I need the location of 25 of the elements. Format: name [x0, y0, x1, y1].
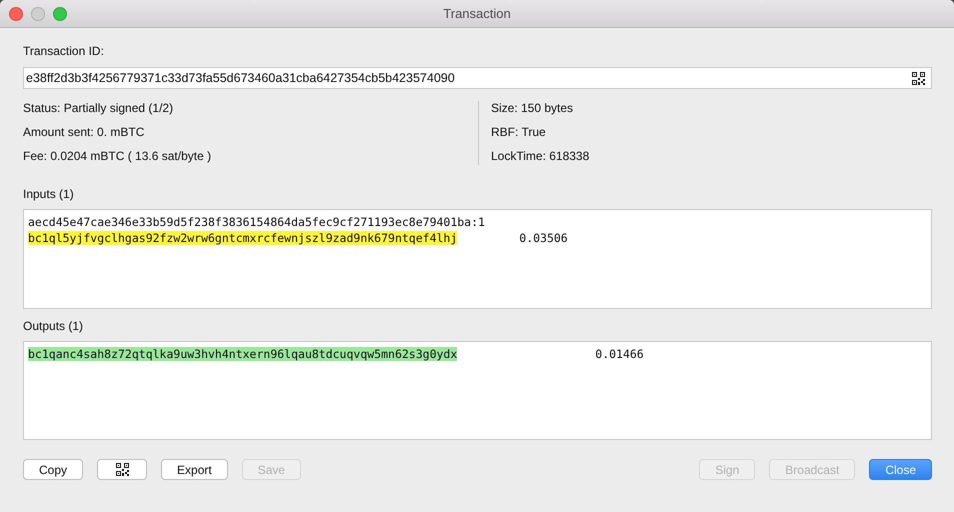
minimize-window-icon[interactable] — [31, 6, 45, 20]
qr-code-button[interactable] — [97, 459, 148, 480]
qr-code-icon — [912, 72, 925, 84]
window-title: Transaction — [443, 6, 511, 21]
address-text: bc1qanc4sah8z72qtqlka9uw3hvh4ntxern96lqau8tdcuqvqw5mn62s3g0ydx — [28, 347, 458, 361]
section-label: Inputs (1) — [23, 187, 75, 201]
dialog-button[interactable]: Export — [161, 459, 228, 480]
address-text: bc1ql5yjfvgclhgas92fzw2wrw6gntcmxrcfewnjszl9zad9nk679ntqef4lhj — [28, 231, 458, 245]
primary-button[interactable]: Close — [869, 459, 932, 480]
amount-text: 0.03506 — [519, 231, 568, 245]
info-text: Amount sent: 0. mBTC — [23, 125, 146, 139]
dialog-button[interactable]: Copy — [23, 459, 84, 480]
outpoint-text: aecd45e47cae346e33b59d5f238f3836154864da5fec9cf271193ec8e79401ba:1 — [28, 215, 485, 229]
zoom-window-icon[interactable] — [53, 6, 67, 20]
amount-text: 0.01466 — [595, 347, 644, 361]
info-text: Status: Partially signed (1/2) — [23, 101, 174, 115]
info-text: RBF: True — [491, 125, 547, 139]
transaction-id-field[interactable]: e38ff2d3b3f4256779371c33d73fa55d673460a31cba6427354cb5b423574090 — [23, 67, 932, 89]
info-text: LockTime: 618338 — [491, 149, 590, 163]
qr-code-icon — [116, 463, 129, 476]
section-label: Outputs (1) — [23, 319, 84, 333]
field-label: Transaction ID: — [23, 44, 105, 58]
info-text: Size: 150 bytes — [491, 101, 574, 115]
close-window-icon[interactable] — [9, 6, 23, 20]
info-text: Fee: 0.0204 mBTC ( 13.6 sat/byte ) — [23, 149, 212, 163]
